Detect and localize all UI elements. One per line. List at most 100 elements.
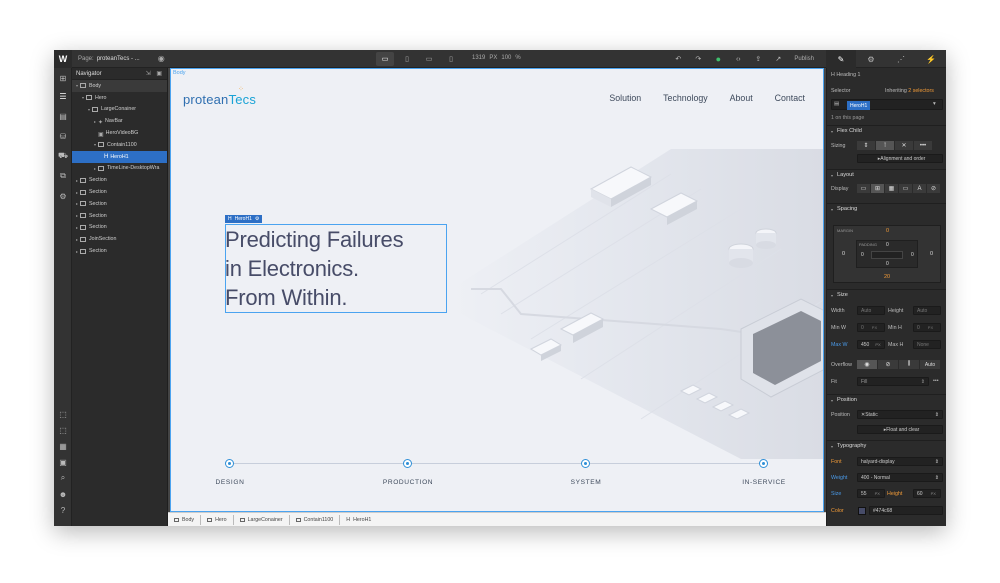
- code-icon[interactable]: ‹›: [730, 52, 746, 66]
- undo-icon[interactable]: ↶: [670, 52, 686, 66]
- tree-item-body[interactable]: ▾ Body: [72, 80, 167, 92]
- line-height-input[interactable]: 60 PX: [913, 489, 941, 498]
- share-icon[interactable]: ↗: [770, 52, 786, 66]
- tree-item-section[interactable]: ▸ Section: [72, 245, 167, 257]
- preview-eye-icon[interactable]: ◉: [158, 54, 165, 63]
- display-flex-icon[interactable]: ⊞: [871, 184, 884, 193]
- overflow-hidden-icon[interactable]: ⊘: [878, 360, 898, 369]
- check-status-icon[interactable]: ●: [710, 52, 726, 66]
- color-input[interactable]: #474c68: [869, 506, 943, 515]
- color-swatch[interactable]: [858, 507, 866, 515]
- margin-left-value[interactable]: 0: [842, 251, 845, 257]
- font-size-input[interactable]: 55 PX: [857, 489, 885, 498]
- ecommerce-icon[interactable]: ⛟: [54, 148, 72, 164]
- nav-link-about[interactable]: About: [730, 93, 753, 103]
- padding-bottom-value[interactable]: 0: [886, 261, 889, 267]
- dashed-select-icon[interactable]: ⬚: [54, 422, 72, 438]
- section-typography[interactable]: ▾ Typography: [827, 440, 946, 451]
- navigator-actions[interactable]: ⇲ ▣: [146, 70, 164, 77]
- breadcrumb-body[interactable]: Body: [172, 514, 202, 525]
- audit-icon[interactable]: ▣: [54, 454, 72, 470]
- tree-item-section[interactable]: ▸ Section: [72, 210, 167, 222]
- padding-left-value[interactable]: 0: [861, 252, 864, 258]
- element-settings-gear-icon[interactable]: ⚙: [255, 216, 259, 222]
- breadcrumb-largeconainer[interactable]: LargeConainer: [238, 514, 290, 525]
- selector-dropdown-icon[interactable]: ▾: [933, 101, 936, 107]
- desktop-breakpoint-icon[interactable]: ▭: [376, 52, 394, 66]
- height-input[interactable]: Auto: [913, 306, 941, 315]
- cms-icon[interactable]: ⛁: [54, 128, 72, 144]
- mobile-portrait-breakpoint-icon[interactable]: ▯: [442, 52, 460, 66]
- collaborators-icon[interactable]: ☻: [54, 486, 72, 502]
- width-input[interactable]: Auto: [857, 306, 885, 315]
- weight-select[interactable]: 400 - Normal ⇕: [857, 473, 943, 482]
- tablet-breakpoint-icon[interactable]: ▯: [398, 52, 416, 66]
- nav-link-solution[interactable]: Solution: [609, 93, 641, 103]
- more-options-icon[interactable]: •••: [933, 378, 939, 384]
- tree-item-timeline[interactable]: ▸ TimeLine-DesktopWra: [72, 163, 167, 175]
- tree-item-largeconainer[interactable]: ▾ LargeConainer: [72, 104, 167, 116]
- display-block-icon[interactable]: ▭: [857, 184, 870, 193]
- tree-item-contain1100[interactable]: ▾ Contain1100: [72, 139, 167, 151]
- selected-element-tag[interactable]: H HeroH1 ⚙: [225, 215, 263, 223]
- settings-gear-icon[interactable]: ⚙: [856, 50, 886, 68]
- tree-item-section[interactable]: ▸ Section: [72, 174, 167, 186]
- grow-icon[interactable]: ⊺: [876, 141, 894, 150]
- publish-button[interactable]: Publish: [790, 56, 818, 62]
- assets-icon[interactable]: ⧉: [54, 168, 72, 184]
- page-preview[interactable]: Body proteanTecs ⁘ Solution Technology A…: [170, 68, 824, 512]
- help-icon[interactable]: ?: [54, 502, 72, 518]
- alignment-order-button[interactable]: ▸ Alignment and order: [857, 154, 943, 163]
- style-manager-icon[interactable]: ⋰: [886, 50, 916, 68]
- breadcrumb-contain1100[interactable]: Contain1100: [294, 514, 341, 525]
- padding-right-value[interactable]: 0: [911, 252, 914, 258]
- tree-item-section[interactable]: ▸ Section: [72, 186, 167, 198]
- select-tool-icon[interactable]: ⬚: [54, 406, 72, 422]
- float-clear-button[interactable]: ▸ Float and clear: [857, 425, 943, 434]
- redo-icon[interactable]: ↷: [690, 52, 706, 66]
- tree-item-joinsection[interactable]: ▸ JoinSection: [72, 233, 167, 245]
- add-panel-icon[interactable]: ⊞: [54, 70, 72, 86]
- selector-chip[interactable]: HeroH1: [847, 101, 871, 110]
- section-flex-child[interactable]: ▾ Flex Child: [827, 125, 946, 136]
- pages-icon[interactable]: ▤: [54, 108, 72, 124]
- nav-link-contact[interactable]: Contact: [775, 93, 805, 103]
- breadcrumb-hero[interactable]: Hero: [205, 514, 234, 525]
- selector-menu-icon[interactable]: ▤: [834, 101, 839, 107]
- min-height-input[interactable]: 0 PX: [913, 323, 941, 332]
- search-icon[interactable]: ⌕: [54, 470, 72, 486]
- timeline-dot-system[interactable]: [581, 459, 590, 468]
- shrink-icon[interactable]: ⇕: [857, 141, 875, 150]
- mobile-landscape-breakpoint-icon[interactable]: ▭: [420, 52, 438, 66]
- nav-link-technology[interactable]: Technology: [663, 93, 708, 103]
- timeline-dot-design[interactable]: [225, 459, 234, 468]
- display-grid-icon[interactable]: ▦: [885, 184, 898, 193]
- margin-bottom-value[interactable]: 20: [884, 274, 890, 280]
- tree-item-hero[interactable]: ▾ Hero: [72, 92, 167, 104]
- margin-top-value[interactable]: 0: [886, 228, 889, 234]
- breadcrumb-heroh1[interactable]: H HeroH1: [344, 515, 377, 525]
- section-position[interactable]: ▾ Position: [827, 394, 946, 405]
- hero-heading[interactable]: Predicting Failures in Electronics. From…: [225, 225, 455, 312]
- no-shrink-icon[interactable]: ✕: [895, 141, 913, 150]
- timeline-dot-production[interactable]: [403, 459, 412, 468]
- overflow-auto-button[interactable]: Auto: [920, 360, 940, 369]
- section-size[interactable]: ▾ Size: [827, 289, 946, 300]
- overflow-scroll-icon[interactable]: ⫼: [899, 360, 919, 369]
- grid-icon[interactable]: ▦: [54, 438, 72, 454]
- tree-item-heroh1[interactable]: H HeroH1: [72, 150, 167, 163]
- display-none-icon[interactable]: ⊘: [927, 184, 940, 193]
- max-height-input[interactable]: None: [913, 340, 941, 349]
- min-width-input[interactable]: 0 PX: [857, 323, 885, 332]
- page-selector[interactable]: proteanTecs - ...: [97, 56, 140, 62]
- navigator-icon[interactable]: ☰: [54, 88, 72, 104]
- section-spacing[interactable]: ▾ Spacing: [827, 203, 946, 214]
- more-icon[interactable]: •••: [914, 141, 932, 150]
- position-select[interactable]: ✕ Static ⇕: [857, 410, 943, 419]
- webflow-logo[interactable]: W: [54, 50, 72, 68]
- overflow-visible-eye-icon[interactable]: ◉: [857, 360, 877, 369]
- fit-select[interactable]: Fill ⇕: [857, 377, 929, 386]
- margin-right-value[interactable]: 0: [930, 251, 933, 257]
- padding-top-value[interactable]: 0: [886, 242, 889, 248]
- brand-logo[interactable]: proteanTecs: [183, 92, 256, 107]
